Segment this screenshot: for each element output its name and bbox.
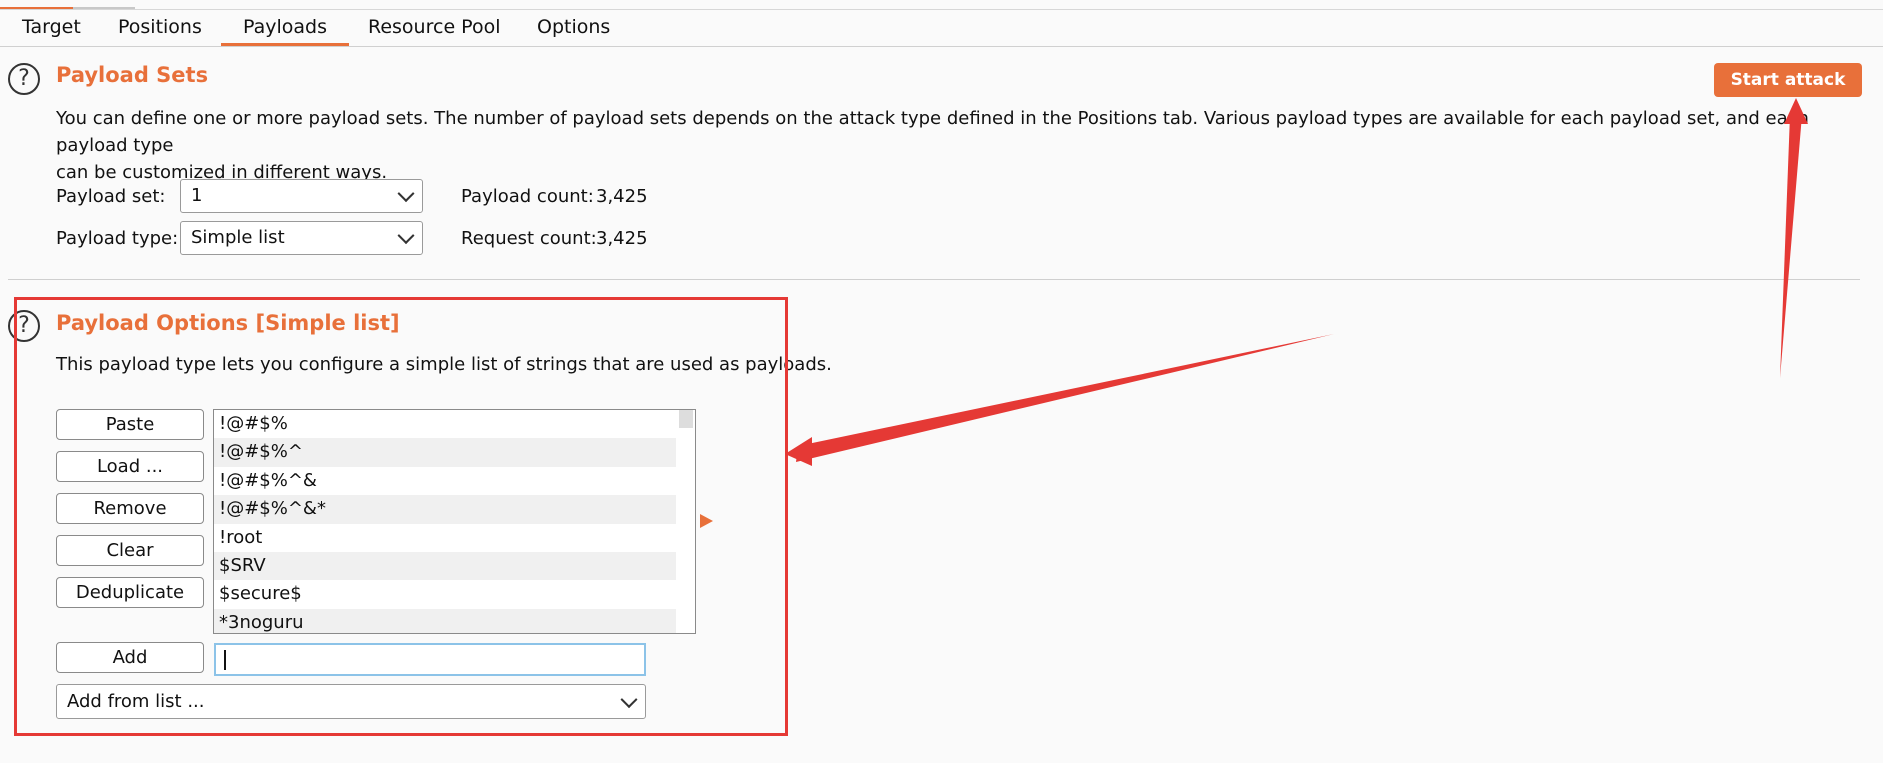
tab-label: Payloads bbox=[243, 16, 327, 38]
annotation-arrow-head bbox=[785, 437, 812, 466]
add-from-list-value: Add from list ... bbox=[67, 691, 205, 712]
list-item[interactable]: $secure$ bbox=[214, 580, 676, 608]
payload-options-title: Payload Options [Simple list] bbox=[56, 311, 400, 335]
chevron-down-icon bbox=[620, 690, 638, 708]
tab-payloads[interactable]: Payloads bbox=[221, 10, 349, 46]
clear-button[interactable]: Clear bbox=[56, 535, 204, 566]
help-circle-icon[interactable]: ? bbox=[8, 310, 40, 342]
list-item[interactable]: !@#$% bbox=[214, 410, 676, 438]
payload-set-select[interactable]: 1 bbox=[180, 179, 423, 213]
remove-button[interactable]: Remove bbox=[56, 493, 204, 524]
request-count-label: Request count: bbox=[461, 228, 597, 249]
tab-target[interactable]: Target bbox=[0, 10, 103, 46]
outer-tab-indicator bbox=[0, 7, 73, 9]
expand-arrow-icon[interactable] bbox=[700, 514, 713, 528]
add-from-list-select[interactable]: Add from list ... bbox=[56, 684, 646, 719]
payload-count-label: Payload count: bbox=[461, 186, 594, 207]
tab-resource-pool[interactable]: Resource Pool bbox=[346, 10, 522, 46]
text-caret bbox=[224, 650, 226, 670]
annotation-arrow-shaft bbox=[796, 334, 1334, 462]
top-strip bbox=[0, 0, 1883, 10]
load-button[interactable]: Load ... bbox=[56, 451, 204, 482]
tab-label: Options bbox=[537, 16, 611, 38]
tab-label: Positions bbox=[118, 16, 202, 38]
add-button[interactable]: Add bbox=[56, 642, 204, 673]
tab-options[interactable]: Options bbox=[515, 10, 632, 46]
request-count-value: 3,425 bbox=[596, 228, 648, 249]
list-item[interactable]: !@#$%^ bbox=[214, 438, 676, 467]
payload-type-value: Simple list bbox=[191, 227, 285, 248]
payload-list[interactable]: !@#$% !@#$%^ !@#$%^& !@#$%^&* !root $SRV… bbox=[213, 409, 696, 634]
payload-sets-description: You can define one or more payload sets.… bbox=[56, 105, 1856, 186]
payload-type-select[interactable]: Simple list bbox=[180, 221, 423, 255]
payload-sets-title: Payload Sets bbox=[56, 63, 209, 87]
add-item-input[interactable] bbox=[214, 643, 646, 676]
description-line: You can define one or more payload sets.… bbox=[56, 108, 1809, 156]
tab-label: Resource Pool bbox=[368, 16, 501, 38]
scrollbar[interactable] bbox=[679, 410, 693, 428]
chevron-down-icon bbox=[397, 185, 415, 203]
deduplicate-button[interactable]: Deduplicate bbox=[56, 577, 204, 608]
list-item[interactable]: !@#$%^& bbox=[214, 467, 676, 495]
payload-set-value: 1 bbox=[191, 185, 203, 206]
list-item[interactable]: *3noguru bbox=[214, 608, 676, 633]
payload-type-label: Payload type: bbox=[56, 228, 179, 249]
list-item[interactable]: !@#$%^&* bbox=[214, 495, 676, 524]
payload-set-label: Payload set: bbox=[56, 186, 166, 207]
tab-positions[interactable]: Positions bbox=[96, 10, 224, 46]
help-circle-icon[interactable]: ? bbox=[8, 63, 40, 95]
outer-tab-indicator-gray bbox=[73, 7, 135, 9]
section-divider bbox=[8, 279, 1860, 280]
chevron-down-icon bbox=[397, 227, 415, 245]
tab-label: Target bbox=[22, 16, 81, 38]
payload-options-description: This payload type lets you configure a s… bbox=[56, 354, 832, 375]
list-item[interactable]: $SRV bbox=[214, 551, 676, 581]
start-attack-button[interactable]: Start attack bbox=[1714, 63, 1862, 97]
tab-bar: Target Positions Payloads Resource Pool … bbox=[0, 10, 1883, 47]
paste-button[interactable]: Paste bbox=[56, 409, 204, 440]
payload-count-value: 3,425 bbox=[596, 186, 648, 207]
list-item[interactable]: !root bbox=[214, 524, 676, 552]
